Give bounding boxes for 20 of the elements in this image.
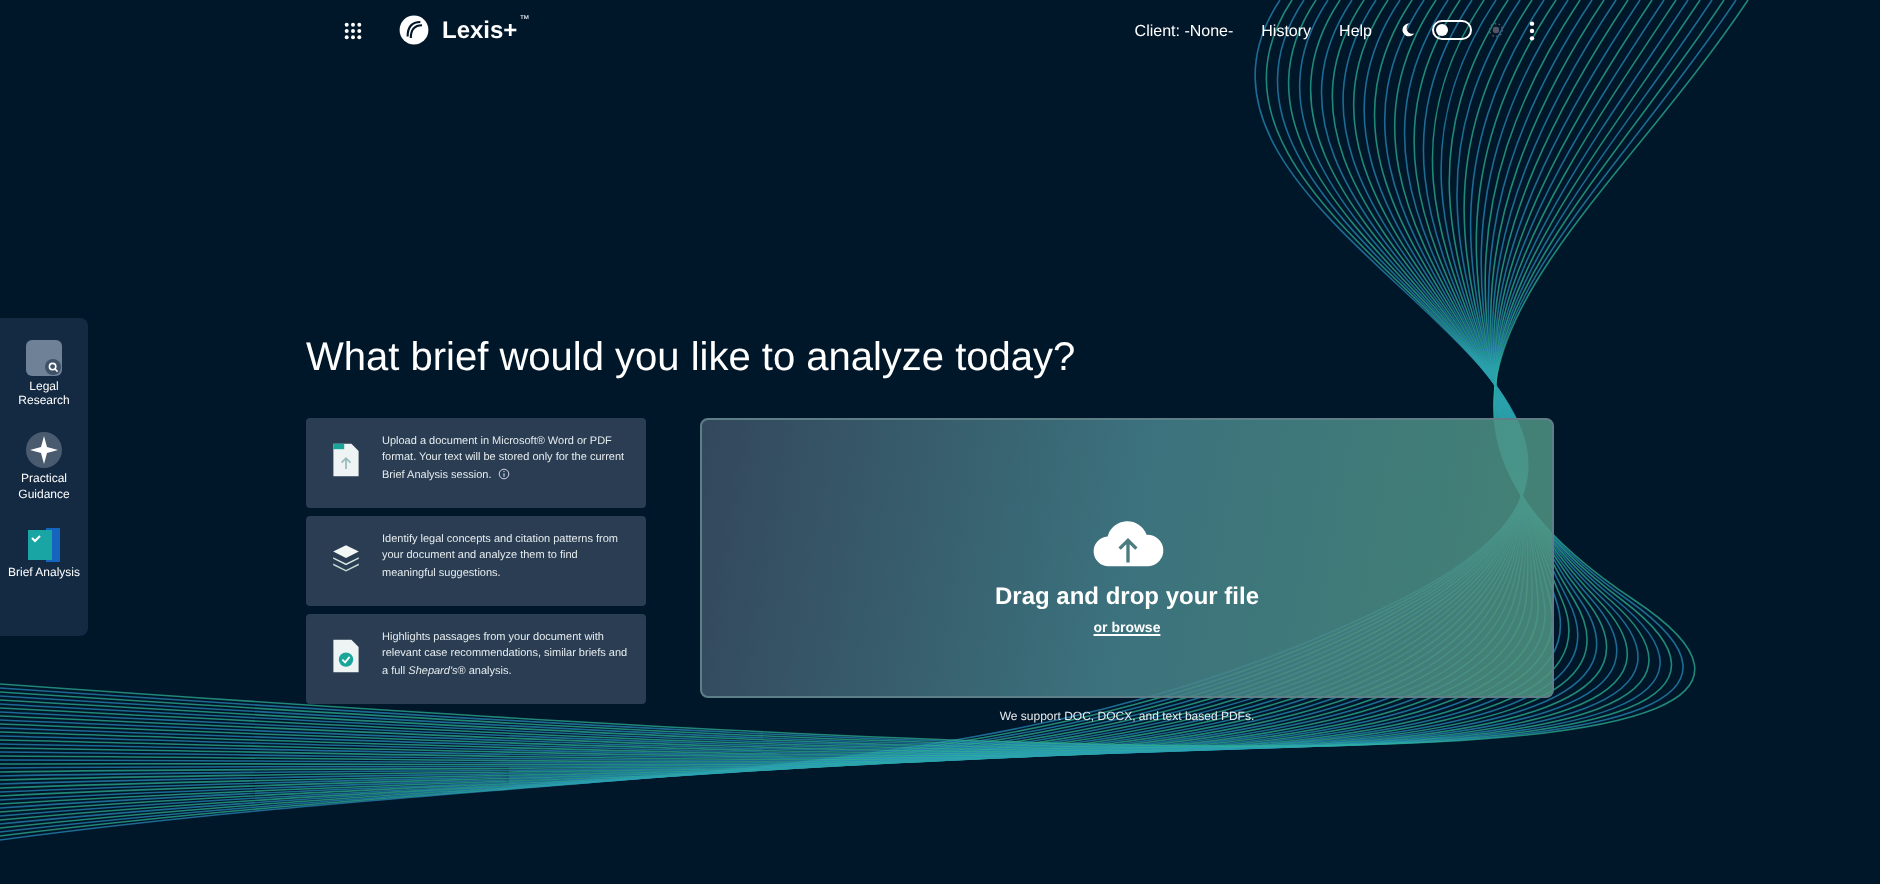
nav-link[interactable]: History <box>1261 21 1312 39</box>
more-menu-icon[interactable] <box>1528 19 1536 41</box>
app-grid-icon[interactable] <box>344 21 362 39</box>
document-upload-icon <box>330 442 362 478</box>
dropzone-title: Drag and drop your file <box>994 581 1259 609</box>
magnifier-tile-icon <box>24 338 64 378</box>
nav-link[interactable]: Client: -None- <box>1134 21 1234 39</box>
sun-icon <box>1488 22 1504 38</box>
logo-text: Lexis+ <box>442 16 518 44</box>
cloud-upload-icon <box>1089 517 1165 569</box>
book-check-icon <box>24 523 64 564</box>
layers-icon <box>330 540 362 576</box>
page-heading: What brief would you like to analyze today? <box>306 336 1078 384</box>
document-check-icon <box>330 638 362 674</box>
logo-icon <box>398 14 430 46</box>
nav-link[interactable]: Help <box>1339 21 1372 39</box>
moon-icon <box>1400 22 1416 38</box>
compass-star-icon <box>24 430 64 471</box>
theme-toggle[interactable] <box>1432 20 1472 40</box>
info-icon[interactable] <box>497 468 510 481</box>
